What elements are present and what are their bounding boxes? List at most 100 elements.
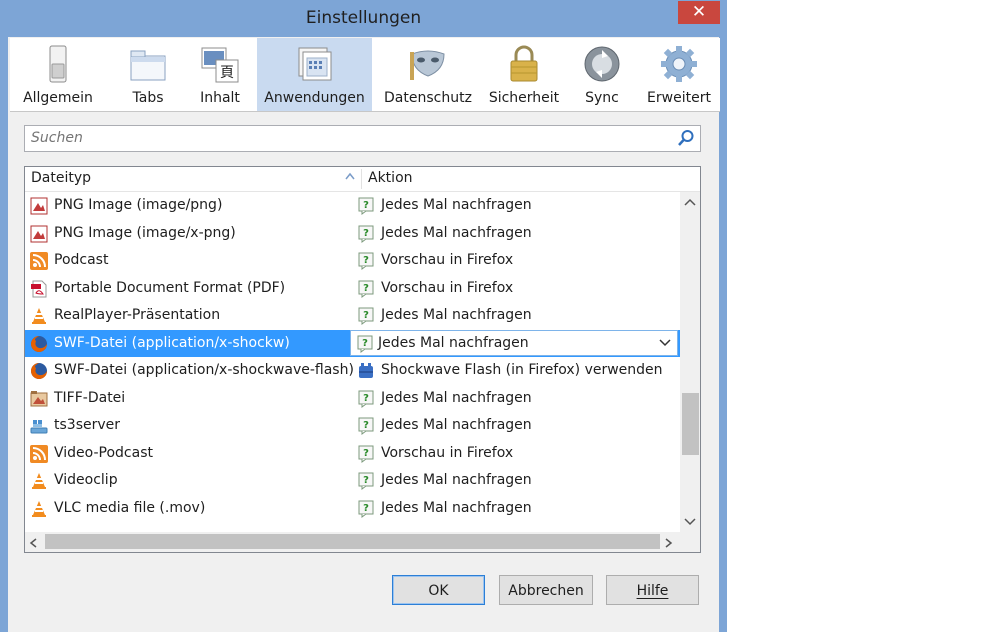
file-type-label: PNG Image (image/x-png) [54,224,236,241]
plugin-icon [359,363,373,378]
svg-text:?: ? [363,283,369,294]
search-input[interactable] [25,126,667,149]
ts3-icon [30,420,48,434]
cancel-button[interactable]: Abbrechen [499,575,593,605]
tab-label: Sicherheit [488,90,560,106]
pdf-icon [31,280,47,297]
action-label: Vorschau in Firefox [381,279,514,296]
horizontal-scroll-thumb[interactable] [45,534,660,549]
category-toolbar: Allgemein Tabs 頁 Inhalt Anwendungen Date… [10,38,720,112]
tab-label: Sync [585,90,619,106]
preferences-window: Einstellungen ✕ Allgemein Tabs 頁 Inhalt … [0,0,727,632]
file-type-label: VLC media file (.mov) [54,499,206,516]
tiff-icon [30,390,48,406]
action-label: Jedes Mal nachfragen [381,389,532,406]
ask-icon: ? [358,280,374,298]
ask-icon: ? [358,307,374,325]
table-row[interactable]: Video-Podcast ? Vorschau in Firefox [25,440,680,468]
svg-text:?: ? [363,503,369,514]
table-row[interactable]: Portable Document Format (PDF) ? Vorscha… [25,275,680,303]
svg-text:?: ? [363,255,369,266]
tab-anwendungen[interactable]: Anwendungen [257,38,372,111]
scroll-down-icon[interactable] [684,518,696,526]
svg-text:頁: 頁 [220,65,234,81]
search-icon[interactable] [677,129,695,147]
rss-icon [30,252,48,270]
file-type-list: Dateityp Aktion PNG Image (image/png) ? … [24,166,701,553]
help-button[interactable]: Hilfe [606,575,699,605]
close-button[interactable]: ✕ [678,1,720,24]
file-type-label: TIFF-Datei [54,389,126,406]
column-dateityp[interactable]: Dateityp [31,170,91,186]
window-title: Einstellungen [305,8,422,28]
table-row[interactable]: PNG Image (image/png) ? Jedes Mal nachfr… [25,192,680,220]
tab-label: Inhalt [200,90,240,106]
ask-icon: ? [358,225,374,243]
column-header: Dateityp Aktion [25,167,700,192]
ask-icon: ? [358,390,374,408]
tab-label: Erweitert [647,90,711,106]
dialog-content: Allgemein Tabs 頁 Inhalt Anwendungen Date… [8,37,720,632]
vertical-scrollbar[interactable] [680,192,700,532]
action-label: Jedes Mal nachfragen [381,417,532,433]
svg-text:?: ? [363,228,369,239]
table-row[interactable]: VLC media file (.mov) ? Jedes Mal nachfr… [25,495,680,523]
table-row[interactable]: SWF-Datei (application/x-shockwave-flash… [25,357,680,385]
tab-tabs[interactable]: Tabs [116,38,180,111]
table-row[interactable]: TIFF-Datei ? Jedes Mal nachfragen [25,385,680,413]
file-type-label: SWF-Datei (application/x-shockw) [54,334,290,351]
ask-icon: ? [358,472,374,490]
scroll-up-icon[interactable] [684,198,696,206]
svg-text:?: ? [363,475,369,486]
table-row[interactable]: Podcast ? Vorschau in Firefox [25,247,680,275]
action-label: Vorschau in Firefox [381,252,514,268]
table-row-selected[interactable]: SWF-Datei (application/x-shockw) ? Jedes… [25,329,680,357]
ask-icon: ? [357,335,373,353]
ask-icon: ? [358,417,374,435]
lock-icon [510,45,538,82]
image-icon [30,197,48,215]
vlc-icon [32,308,46,324]
action-label: Shockwave Flash (in Firefox) verwenden [381,362,663,378]
file-type-label: Videoclip [54,472,118,488]
file-type-label: ts3server [54,417,121,433]
tab-label: Allgemein [23,90,93,106]
tab-label: Tabs [132,90,164,106]
search-box [24,125,701,152]
action-label: Jedes Mal nachfragen [381,307,532,323]
column-aktion[interactable]: Aktion [368,170,413,186]
ok-button[interactable]: OK [392,575,485,605]
tab-sync[interactable]: Sync [574,38,630,111]
action-label: Jedes Mal nachfragen [378,334,529,351]
file-type-label: SWF-Datei (application/x-shockwave-flash… [54,362,354,378]
image-icon [30,225,48,242]
mask-icon [410,50,445,80]
tab-label: Anwendungen [264,90,365,106]
firefox-icon [31,335,47,352]
ask-icon: ? [358,500,374,518]
table-row[interactable]: Videoclip ? Jedes Mal nachfragen [25,467,680,495]
table-rows: PNG Image (image/png) ? Jedes Mal nachfr… [25,192,680,522]
title-bar[interactable]: Einstellungen ✕ [0,0,727,37]
tab-datenschutz[interactable]: Datenschutz [382,38,474,111]
tab-inhalt[interactable]: 頁 Inhalt [190,38,250,111]
tab-sicherheit[interactable]: Sicherheit [485,38,563,111]
table-row[interactable]: PNG Image (image/x-png) ? Jedes Mal nach… [25,220,680,248]
ask-icon: ? [358,197,374,215]
scroll-right-icon[interactable] [665,538,673,548]
vertical-scroll-thumb[interactable] [682,393,699,455]
tab-allgemein[interactable]: Allgemein [18,38,98,111]
sort-ascending-icon [345,172,355,180]
vlc-icon [32,473,46,489]
horizontal-scrollbar[interactable] [25,532,700,552]
vlc-icon [32,500,46,517]
column-divider[interactable] [361,169,362,189]
tab-erweitert[interactable]: Erweitert [644,38,714,111]
table-row[interactable]: ts3server ? Jedes Mal nachfragen [25,412,680,440]
action-dropdown[interactable]: ? Jedes Mal nachfragen [350,329,678,356]
table-row[interactable]: RealPlayer-Präsentation ? Jedes Mal nach… [25,302,680,330]
scroll-left-icon[interactable] [29,538,37,548]
file-type-label: Portable Document Format (PDF) [54,279,286,296]
rss-icon [30,444,48,463]
firefox-icon [31,363,47,379]
